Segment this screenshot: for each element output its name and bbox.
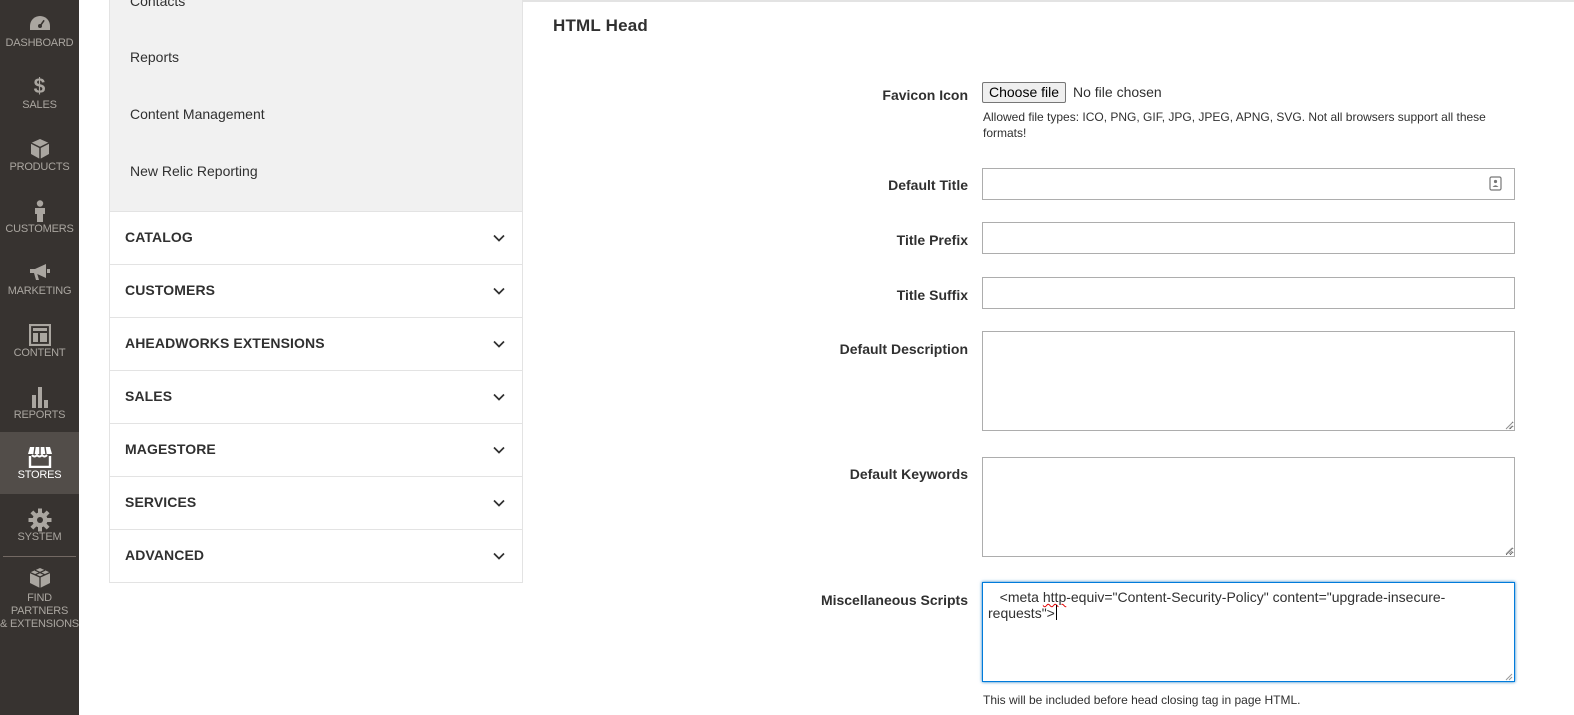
general-tab-subitems: Contacts Reports Content Management New …	[109, 0, 523, 212]
nav-item-reports[interactable]: REPORTS	[0, 372, 79, 434]
file-status: No file chosen	[1073, 84, 1162, 100]
default-keywords-textarea[interactable]	[982, 457, 1515, 557]
dashboard-icon	[0, 14, 79, 36]
nav-label: CONTENT	[13, 347, 66, 359]
choose-file-button[interactable]: Choose file	[982, 82, 1067, 103]
nav-label: DASHBOARD	[5, 37, 74, 49]
nav-label: PRODUCTS	[9, 161, 70, 173]
nav-item-sales[interactable]: $ SALES	[0, 62, 79, 124]
tab-group-label: CATALOG	[125, 229, 193, 245]
nav-label: MARKETING	[7, 285, 72, 297]
nav-label: STORES	[17, 469, 62, 481]
title-suffix-input[interactable]	[982, 277, 1515, 309]
storefront-icon	[0, 446, 79, 468]
resize-grip-icon[interactable]	[1504, 546, 1513, 555]
tab-group-advanced[interactable]: ADVANCED	[109, 530, 523, 583]
default-title-label: Default Title	[888, 177, 968, 193]
misc-scripts-label: Miscellaneous Scripts	[820, 592, 968, 608]
subtab-new-relic-reporting[interactable]: New Relic Reporting	[130, 162, 258, 180]
favicon-label: Favicon Icon	[882, 87, 968, 103]
default-description-textarea[interactable]	[982, 331, 1515, 431]
chevron-down-icon	[493, 234, 505, 242]
box-icon	[0, 138, 79, 160]
tab-group-label: SALES	[125, 388, 173, 404]
tab-group-label: SERVICES	[125, 494, 197, 510]
favicon-note: Allowed file types: ICO, PNG, GIF, JPG, …	[983, 110, 1486, 140]
subtab-content-management[interactable]: Content Management	[130, 105, 265, 123]
chevron-down-icon	[493, 552, 505, 560]
nav-item-dashboard[interactable]: DASHBOARD	[0, 0, 79, 62]
script-text-part: <meta	[988, 589, 1043, 605]
tab-group-aheadworks[interactable]: AHEADWORKS EXTENSIONS	[109, 318, 523, 371]
subtab-contacts[interactable]: Contacts	[130, 0, 185, 10]
tab-group-customers[interactable]: CUSTOMERS	[109, 265, 523, 318]
chevron-down-icon	[493, 499, 505, 507]
title-prefix-label: Title Prefix	[896, 232, 968, 248]
spellcheck-word: http	[1042, 589, 1067, 605]
nav-item-content[interactable]: CONTENT	[0, 310, 79, 372]
gear-icon	[0, 508, 79, 532]
chevron-down-icon	[493, 287, 505, 295]
chevron-down-icon	[493, 446, 505, 454]
title-suffix-label: Title Suffix	[896, 287, 968, 303]
config-tabs: Contacts Reports Content Management New …	[109, 0, 523, 583]
nav-label: REPORTS	[13, 409, 66, 421]
nav-item-stores[interactable]: STORES	[0, 432, 79, 494]
nav-item-marketing[interactable]: MARKETING	[0, 248, 79, 310]
section-top-border	[523, 0, 1574, 2]
misc-scripts-value[interactable]: <meta http-equiv="Content-Security-Polic…	[988, 589, 1508, 621]
tab-group-magestore[interactable]: MAGESTORE	[109, 424, 523, 477]
layout-icon	[0, 324, 79, 346]
tab-group-label: AHEADWORKS EXTENSIONS	[125, 335, 325, 351]
person-icon	[0, 200, 79, 222]
tab-group-label: MAGESTORE	[125, 441, 216, 457]
section-title[interactable]: HTML Head	[553, 16, 648, 36]
megaphone-icon	[0, 262, 79, 284]
chevron-down-icon	[493, 340, 505, 348]
tab-group-label: CUSTOMERS	[125, 282, 216, 298]
nav-label: SALES	[22, 99, 57, 111]
bar-chart-icon	[0, 386, 79, 408]
nav-label: SYSTEM	[17, 531, 62, 543]
title-prefix-input[interactable]	[982, 222, 1515, 254]
nav-item-products[interactable]: PRODUCTS	[0, 124, 79, 186]
nav-item-customers[interactable]: CUSTOMERS	[0, 186, 79, 248]
default-description-label: Default Description	[839, 341, 968, 357]
nav-label: FIND PARTNERS & EXTENSIONS	[0, 592, 79, 630]
resize-grip-icon[interactable]	[1504, 672, 1513, 681]
text-caret	[1055, 605, 1057, 620]
subtab-reports[interactable]: Reports	[130, 48, 179, 66]
admin-sidebar: DASHBOARD $ SALES PRODUCTS CUSTOMERS MAR…	[0, 0, 79, 715]
contact-card-icon[interactable]	[1489, 176, 1502, 191]
tab-group-services[interactable]: SERVICES	[109, 477, 523, 530]
resize-grip-icon[interactable]	[1504, 421, 1513, 430]
default-title-input[interactable]	[982, 168, 1515, 200]
nav-item-system[interactable]: SYSTEM	[0, 494, 79, 556]
misc-scripts-note: This will be included before head closin…	[983, 693, 1301, 707]
default-keywords-label: Default Keywords	[849, 466, 968, 482]
nav-item-find-partners[interactable]: FIND PARTNERS & EXTENSIONS	[0, 557, 79, 630]
tab-group-catalog[interactable]: CATALOG	[109, 212, 523, 265]
chevron-down-icon	[493, 393, 505, 401]
blocks-icon	[0, 567, 79, 589]
nav-label: CUSTOMERS	[5, 223, 74, 235]
tab-group-label: ADVANCED	[125, 547, 205, 563]
tab-group-sales[interactable]: SALES	[109, 371, 523, 424]
dollar-icon: $	[33, 75, 46, 98]
